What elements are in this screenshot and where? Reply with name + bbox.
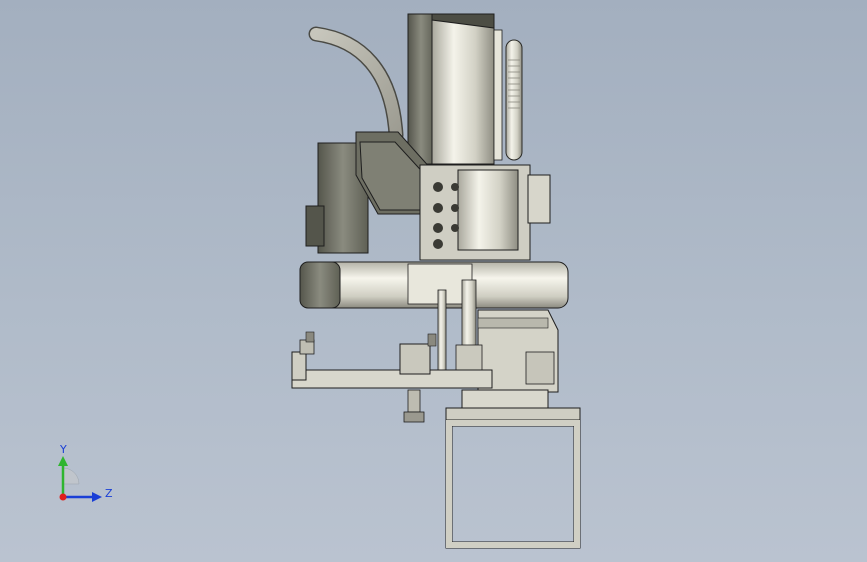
orientation-triad: Y Z xyxy=(58,443,113,502)
y-axis-label: Y xyxy=(59,443,67,456)
cable-hose xyxy=(308,26,404,143)
z-axis-label: Z xyxy=(105,487,113,500)
cad-model[interactable] xyxy=(0,0,867,562)
triad-origin xyxy=(59,493,67,501)
valve-block xyxy=(419,164,551,261)
motor-housing xyxy=(305,131,433,254)
graphics-viewport[interactable]: Y Z xyxy=(0,0,867,562)
y-axis-arrow-icon xyxy=(58,456,68,466)
support-frame xyxy=(445,419,581,549)
base-mount xyxy=(445,389,581,421)
z-axis-arrow-icon xyxy=(92,492,102,502)
triad-plane xyxy=(62,467,80,485)
horizontal-arm xyxy=(299,261,569,309)
corrugated-tube xyxy=(505,39,523,161)
vertical-column xyxy=(407,13,503,165)
